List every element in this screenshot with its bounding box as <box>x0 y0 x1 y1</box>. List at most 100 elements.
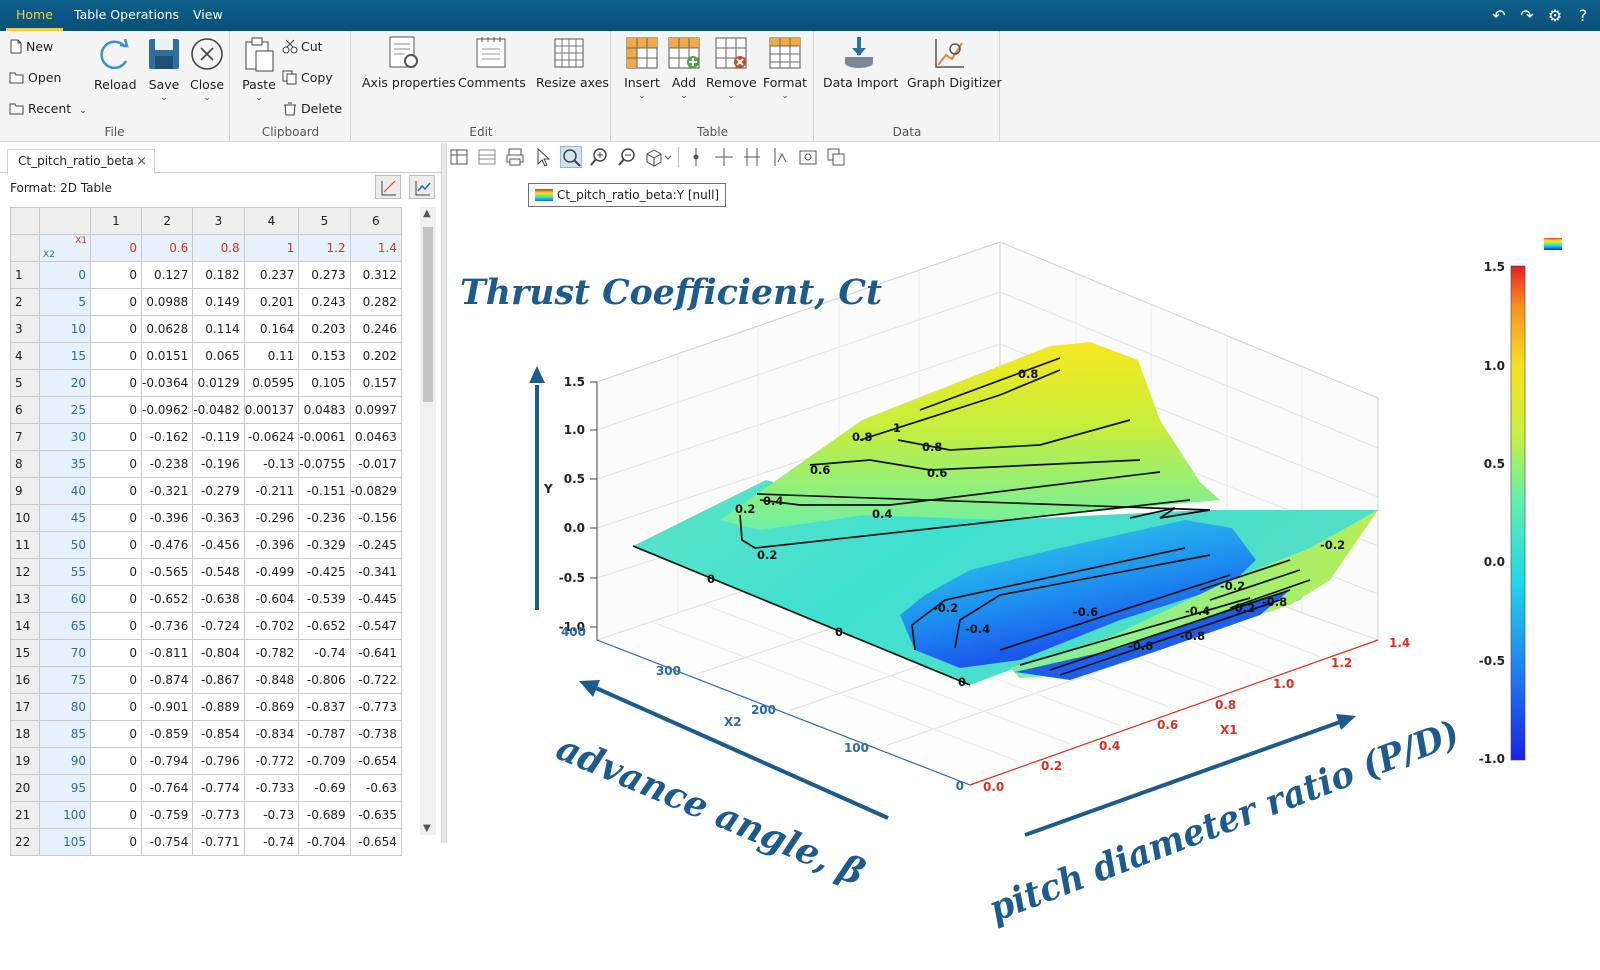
table-cell[interactable]: -0.635 <box>349 801 402 829</box>
table-cell[interactable]: -0.13 <box>243 450 300 478</box>
table-cell[interactable]: 0.114 <box>192 315 245 343</box>
table-cell[interactable]: 0 <box>90 639 142 667</box>
x1-value-cell[interactable]: 0.6 <box>140 234 194 262</box>
table-cell[interactable]: -0.236 <box>298 504 351 532</box>
tab-table-operations[interactable]: Table Operations <box>64 0 189 31</box>
table-cell[interactable]: 0 <box>90 801 142 829</box>
table-cell[interactable]: 0.202 <box>349 342 402 370</box>
table-cell[interactable]: -0.773 <box>349 693 402 721</box>
table-cell[interactable]: 0 <box>90 369 142 397</box>
peak-marker-icon[interactable] <box>769 146 791 168</box>
table-cell[interactable]: -0.652 <box>298 612 351 640</box>
table-cell[interactable]: 0 <box>90 585 142 613</box>
table-cell[interactable]: 0 <box>90 261 142 289</box>
data-view-icon[interactable] <box>476 146 498 168</box>
table-cell[interactable]: -0.854 <box>192 720 245 748</box>
x2-value-cell[interactable]: 30 <box>39 423 91 451</box>
table-cell[interactable]: -0.774 <box>192 774 245 802</box>
reload-button[interactable]: Reload <box>94 35 137 92</box>
x2-value-cell[interactable]: 45 <box>39 504 91 532</box>
table-cell[interactable]: -0.867 <box>192 666 245 694</box>
table-cell[interactable]: -0.604 <box>243 585 300 613</box>
table-cell[interactable]: 0 <box>90 315 142 343</box>
table-cell[interactable]: 0.0151 <box>140 342 194 370</box>
zoom-in-icon[interactable] <box>588 146 610 168</box>
table-cell[interactable]: 0.127 <box>140 261 194 289</box>
table-cell[interactable]: -0.724 <box>192 612 245 640</box>
table-cell[interactable]: -0.796 <box>192 747 245 775</box>
table-cell[interactable]: -0.874 <box>140 666 194 694</box>
table-cell[interactable]: 0.273 <box>298 261 351 289</box>
table-cell[interactable]: 0.312 <box>349 261 402 289</box>
table-cell[interactable]: -0.787 <box>298 720 351 748</box>
scroll-up-icon[interactable]: ▲ <box>423 208 431 219</box>
table-cell[interactable]: 0 <box>90 531 142 559</box>
table-cell[interactable]: -0.499 <box>243 558 300 586</box>
table-cell[interactable]: -0.837 <box>298 693 351 721</box>
x2-value-cell[interactable]: 10 <box>39 315 91 343</box>
table-cell[interactable]: -0.548 <box>192 558 245 586</box>
table-cell[interactable]: -0.425 <box>298 558 351 586</box>
crosshair-icon[interactable] <box>713 146 735 168</box>
axis-properties-button[interactable]: Axis properties <box>362 35 456 90</box>
table-cell[interactable]: -0.0755 <box>298 450 351 478</box>
table-cell[interactable]: -0.341 <box>349 558 402 586</box>
table-cell[interactable]: -0.709 <box>298 747 351 775</box>
table-cell[interactable]: -0.279 <box>192 477 245 505</box>
table-cell[interactable]: -0.363 <box>192 504 245 532</box>
table-cell[interactable]: -0.782 <box>243 639 300 667</box>
column-header[interactable]: 3 <box>192 207 245 235</box>
table-cell[interactable]: -0.0482 <box>192 396 245 424</box>
redo-icon[interactable]: ↷ <box>1516 5 1538 27</box>
table-cell[interactable]: -0.654 <box>349 747 402 775</box>
copy-graph-icon[interactable] <box>825 146 847 168</box>
column-header[interactable]: 5 <box>298 207 351 235</box>
table-cell[interactable]: 0.153 <box>298 342 351 370</box>
table-cell[interactable]: 0.164 <box>243 315 300 343</box>
table-cell[interactable]: -0.456 <box>192 531 245 559</box>
table-cell[interactable]: -0.445 <box>349 585 402 613</box>
x1-value-cell[interactable]: 1 <box>243 234 300 262</box>
table-cell[interactable]: 0 <box>90 288 142 316</box>
insert-button[interactable]: Insert ⌄ <box>620 35 664 101</box>
x2-value-cell[interactable]: 50 <box>39 531 91 559</box>
table-cell[interactable]: -0.733 <box>243 774 300 802</box>
x2-value-cell[interactable]: 85 <box>39 720 91 748</box>
resize-axes-button[interactable]: Resize axes <box>536 35 609 90</box>
table-cell[interactable]: -0.0829 <box>349 477 402 505</box>
table-cell[interactable]: -0.738 <box>349 720 402 748</box>
table-cell[interactable]: -0.811 <box>140 639 194 667</box>
table-cell[interactable]: -0.848 <box>243 666 300 694</box>
table-cell[interactable]: 0.0129 <box>192 369 245 397</box>
table-cell[interactable]: -0.901 <box>140 693 194 721</box>
table-cell[interactable]: -0.0061 <box>298 423 351 451</box>
table-cell[interactable]: 0.0628 <box>140 315 194 343</box>
column-header[interactable]: 6 <box>349 207 402 235</box>
table-cell[interactable]: -0.396 <box>140 504 194 532</box>
table-cell[interactable]: -0.754 <box>140 828 194 856</box>
tab-view[interactable]: View <box>183 0 233 31</box>
table-cell[interactable]: 0.201 <box>243 288 300 316</box>
cut-button[interactable]: Cut <box>282 36 323 58</box>
table-cell[interactable]: -0.0624 <box>243 423 300 451</box>
x2-value-cell[interactable]: 5 <box>39 288 91 316</box>
table-cell[interactable]: 0 <box>90 423 142 451</box>
table-cell[interactable]: -0.704 <box>298 828 351 856</box>
comments-button[interactable]: Comments <box>458 35 526 90</box>
x1-value-cell[interactable]: 0.8 <box>192 234 245 262</box>
table-cell[interactable]: 0 <box>90 612 142 640</box>
x2-value-cell[interactable]: 0 <box>39 261 91 289</box>
table-cell[interactable]: -0.296 <box>243 504 300 532</box>
table-cell[interactable]: -0.638 <box>192 585 245 613</box>
table-cell[interactable]: 0 <box>90 504 142 532</box>
table-cell[interactable]: 0 <box>90 828 142 856</box>
table-cell[interactable]: 0.00137 <box>243 396 300 424</box>
table-cell[interactable]: 0.065 <box>192 342 245 370</box>
table-cell[interactable]: -0.119 <box>192 423 245 451</box>
table-cell[interactable]: 0 <box>90 477 142 505</box>
table-cell[interactable]: -0.196 <box>192 450 245 478</box>
table-cell[interactable]: -0.017 <box>349 450 402 478</box>
table-cell[interactable]: -0.245 <box>349 531 402 559</box>
table-cell[interactable]: -0.73 <box>243 801 300 829</box>
add-button[interactable]: Add ⌄ <box>662 35 706 101</box>
